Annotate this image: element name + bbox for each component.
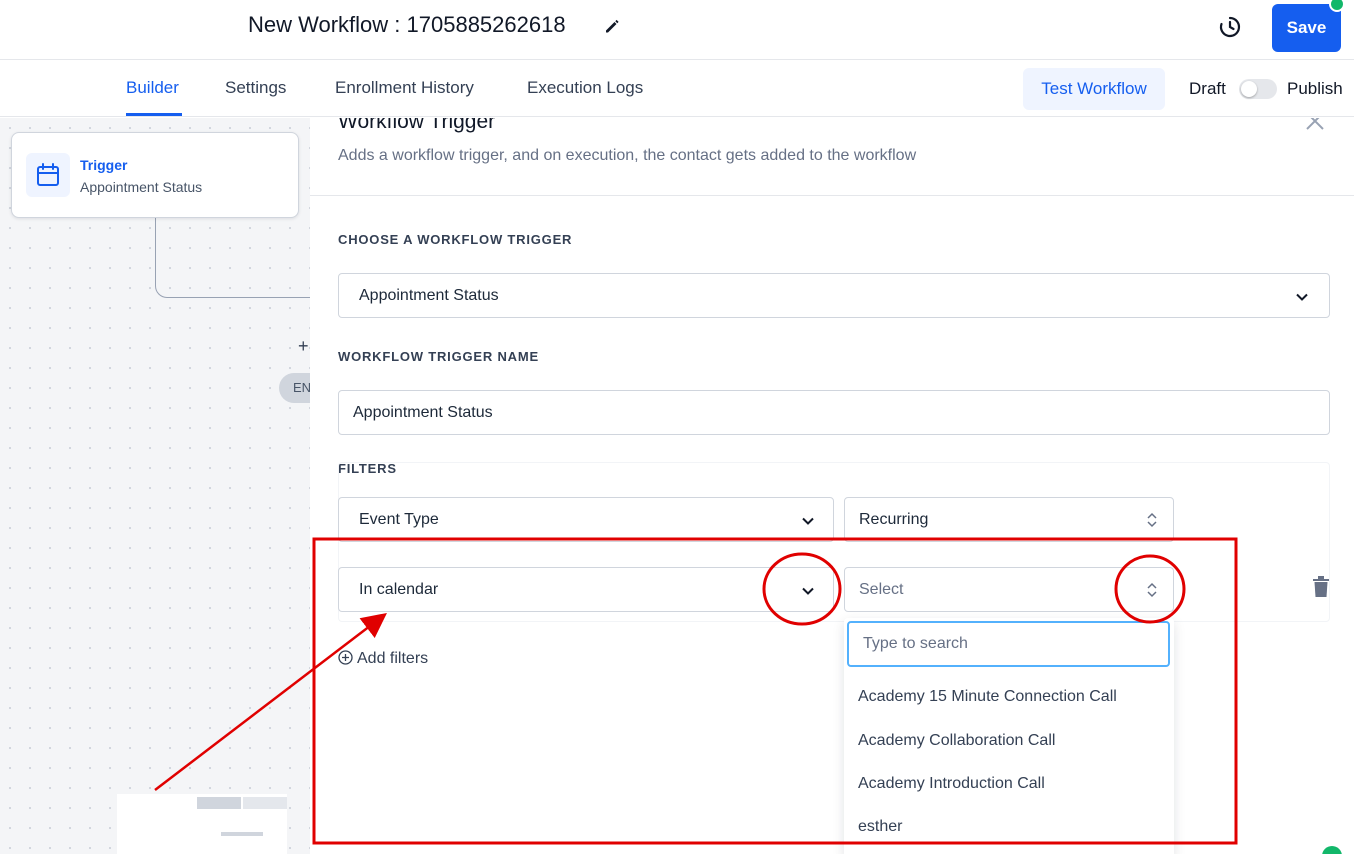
pencil-icon[interactable] — [602, 16, 622, 36]
chevron-down-icon — [802, 587, 814, 595]
publish-label: Publish — [1287, 79, 1343, 98]
choose-trigger-label: CHOOSE A WORKFLOW TRIGGER — [338, 232, 573, 247]
active-tab-underline — [126, 113, 182, 116]
top-header: New Workflow : 1705885262618 Save — [0, 0, 1354, 60]
history-icon[interactable] — [1217, 14, 1243, 40]
trigger-type-value: Appointment Status — [359, 287, 499, 304]
filter-value-text: Recurring — [859, 511, 929, 528]
filter-value-select-2[interactable]: Select — [844, 567, 1174, 612]
minimap-block — [197, 797, 241, 809]
status-indicator-dot — [1329, 0, 1345, 12]
save-button[interactable]: Save — [1272, 4, 1341, 52]
filter-field-value: Event Type — [359, 511, 439, 528]
dropdown-option[interactable]: esther — [858, 818, 902, 836]
toggle-knob — [1241, 81, 1257, 97]
panel-title: Workflow Trigger — [338, 118, 496, 133]
trigger-type-select[interactable]: Appointment Status — [338, 273, 1330, 318]
draft-label: Draft — [1189, 79, 1226, 98]
minimap[interactable] — [117, 794, 287, 854]
add-filters-label: Add filters — [357, 650, 429, 667]
chevron-updown-icon — [1147, 582, 1157, 598]
tab-bar: Builder Settings Enrollment History Exec… — [0, 60, 1354, 117]
calendar-icon-box — [26, 153, 70, 197]
calendar-icon — [37, 163, 59, 186]
add-circle-icon — [338, 650, 353, 665]
trigger-settings-panel: Workflow Trigger Adds a workflow trigger… — [310, 118, 1354, 854]
filter-value-placeholder: Select — [859, 581, 904, 598]
divider — [310, 195, 1354, 196]
chevron-down-icon — [802, 517, 814, 525]
dropdown-option[interactable]: Academy Collaboration Call — [858, 732, 1055, 750]
filter-field-value: In calendar — [359, 581, 439, 598]
trigger-card-subtitle: Appointment Status — [80, 179, 203, 195]
minimap-block — [243, 797, 287, 809]
trigger-node-card[interactable]: Trigger Appointment Status — [11, 132, 299, 218]
trash-icon[interactable] — [1310, 575, 1332, 599]
minimap-line — [221, 832, 263, 836]
tab-builder[interactable]: Builder — [126, 78, 179, 98]
filter-field-select-2[interactable]: In calendar — [338, 567, 834, 612]
publish-toggle[interactable] — [1239, 79, 1277, 99]
trigger-name-value: Appointment Status — [353, 404, 493, 421]
tab-settings[interactable]: Settings — [225, 78, 286, 98]
tab-enrollment-history[interactable]: Enrollment History — [335, 78, 474, 98]
trigger-name-input[interactable]: Appointment Status — [338, 390, 1330, 435]
filter-value-select-1[interactable]: Recurring — [844, 497, 1174, 542]
tab-execution-logs[interactable]: Execution Logs — [527, 78, 643, 98]
dropdown-option[interactable]: Academy Introduction Call — [858, 775, 1045, 793]
chevron-updown-icon — [1147, 512, 1157, 528]
trigger-name-label: WORKFLOW TRIGGER NAME — [338, 349, 539, 364]
dropdown-option[interactable]: Academy 15 Minute Connection Call — [858, 688, 1117, 706]
workflow-canvas[interactable]: Trigger Appointment Status + EN — [0, 118, 310, 854]
close-icon[interactable] — [1304, 118, 1326, 132]
dropdown-search-input[interactable] — [847, 621, 1170, 667]
calendar-options-dropdown: Academy 15 Minute Connection Call Academ… — [844, 618, 1174, 854]
workflow-title: New Workflow : 1705885262618 — [248, 12, 566, 37]
trigger-card-title: Trigger — [80, 157, 128, 173]
filter-field-select-1[interactable]: Event Type — [338, 497, 834, 542]
panel-description: Adds a workflow trigger, and on executio… — [338, 147, 917, 164]
end-node-pill: EN — [279, 373, 310, 403]
add-filters-button[interactable]: Add filters — [338, 650, 428, 668]
flow-connector — [155, 218, 310, 298]
add-step-plus-icon[interactable]: + — [298, 336, 309, 357]
chevron-down-icon — [1296, 293, 1308, 301]
test-workflow-button[interactable]: Test Workflow — [1023, 68, 1165, 110]
